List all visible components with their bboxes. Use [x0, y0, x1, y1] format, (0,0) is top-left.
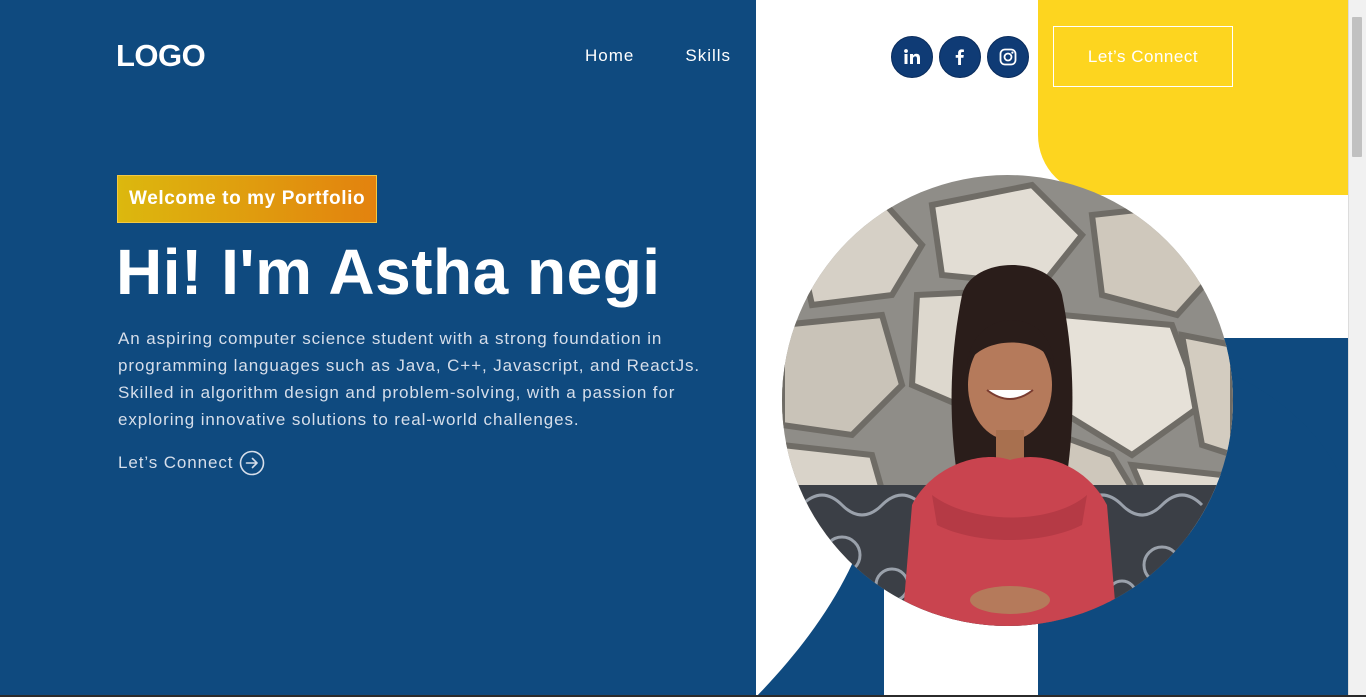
lets-connect-button[interactable]: Let’s Connect — [1053, 26, 1233, 87]
portrait-photo — [782, 175, 1233, 626]
scrollbar-thumb[interactable] — [1352, 17, 1362, 157]
welcome-badge-label: Welcome to my Portfolio — [129, 188, 366, 209]
nav-projects[interactable]: Projects — [782, 46, 851, 66]
main-nav: Home Skills Projects — [585, 46, 851, 66]
facebook-icon — [955, 49, 964, 65]
linkedin-icon — [904, 49, 920, 64]
social-links — [891, 36, 1029, 78]
logo[interactable]: LOGO — [116, 38, 206, 74]
hero-title: Hi! I'm Astha negi — [116, 236, 661, 308]
nav-skills[interactable]: Skills — [685, 46, 731, 66]
welcome-badge: Welcome to my Portfolio — [117, 175, 378, 223]
instagram-icon — [999, 48, 1017, 66]
lets-connect-link-label: Let’s Connect — [118, 453, 234, 472]
linkedin-button[interactable] — [891, 36, 933, 78]
facebook-button[interactable] — [939, 36, 981, 78]
portrait-illustration — [782, 175, 1233, 626]
lets-connect-link[interactable]: Let’s Connect — [118, 450, 265, 476]
vertical-scrollbar[interactable] — [1348, 0, 1366, 697]
hero-bio: An aspiring computer science student wit… — [118, 329, 700, 429]
nav-home[interactable]: Home — [585, 46, 634, 66]
arrow-right-circle-icon — [240, 450, 265, 476]
instagram-button[interactable] — [987, 36, 1029, 78]
